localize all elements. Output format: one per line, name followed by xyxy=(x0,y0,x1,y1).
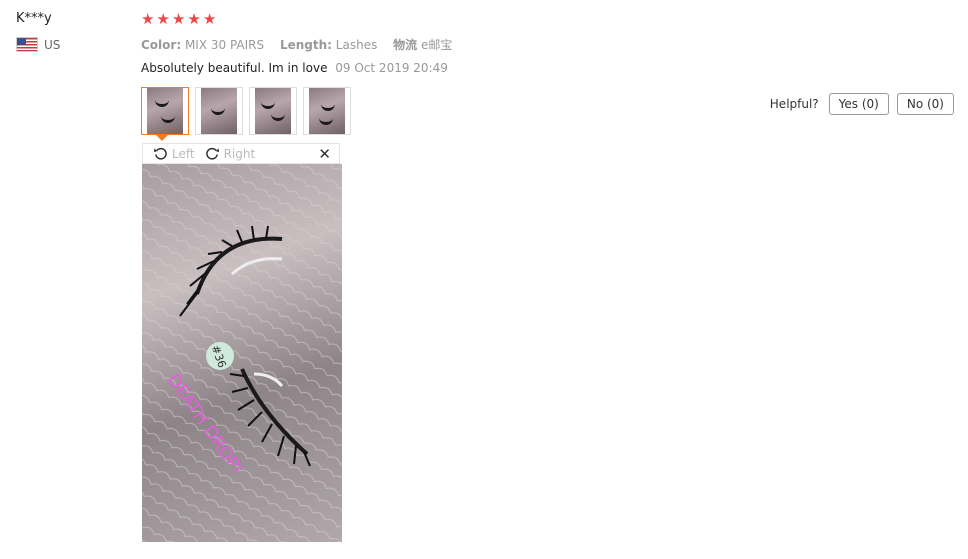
product-attributes: Color: MIX 30 PAIRS Length: Lashes 物流 e邮… xyxy=(141,36,464,53)
attr-shipping-label: 物流 xyxy=(393,38,418,52)
thumbnail-image xyxy=(255,88,291,134)
review-date: 09 Oct 2019 20:49 xyxy=(335,61,448,75)
review-body: Absolutely beautiful. Im in love 09 Oct … xyxy=(141,61,448,75)
thumbnail-image xyxy=(147,88,183,134)
active-thumbnail-pointer xyxy=(156,135,168,141)
rotate-right-label: Right xyxy=(223,146,256,161)
country-code: US xyxy=(44,37,61,52)
helpful-label: Helpful? xyxy=(769,97,819,111)
star-icon: ★ xyxy=(171,10,186,28)
attr-shipping-value: e邮宝 xyxy=(421,38,453,52)
attr-color-label: Color: xyxy=(141,38,182,52)
rotate-right-icon xyxy=(205,147,219,160)
close-icon[interactable]: ✕ xyxy=(318,145,331,163)
rotate-left-icon xyxy=(153,147,167,160)
helpful-vote: Helpful? Yes (0) No (0) xyxy=(770,93,954,115)
photo-thumbnails xyxy=(141,87,351,135)
thumbnail-image xyxy=(201,88,237,134)
attr-color-value: MIX 30 PAIRS xyxy=(184,38,265,52)
star-icon: ★ xyxy=(187,10,201,28)
review-text: Absolutely beautiful. Im in love xyxy=(141,61,328,75)
photo-thumbnail[interactable] xyxy=(303,87,351,135)
review-photo: #36 DEATH DROP! xyxy=(142,164,342,542)
helpful-yes-button[interactable]: Yes (0) xyxy=(828,93,889,115)
user-name: K***y xyxy=(16,11,52,26)
thumbnail-image xyxy=(309,88,345,134)
photo-thumbnail[interactable] xyxy=(249,87,297,135)
us-flag-icon xyxy=(16,37,38,52)
photo-viewer-toolbar: Left Right ✕ xyxy=(142,143,340,164)
star-icon: ★ xyxy=(156,10,170,28)
eyelash-photo: #36 DEATH DROP! xyxy=(142,164,342,542)
star-icon: ★ xyxy=(202,10,217,28)
rotate-right-button[interactable]: Right xyxy=(205,146,256,161)
star-rating: ★ ★ ★ ★ ★ xyxy=(141,11,216,28)
rotate-left-label: Left xyxy=(172,146,195,161)
star-icon: ★ xyxy=(141,10,155,28)
attr-length-value: Lashes xyxy=(335,38,378,52)
helpful-no-button[interactable]: No (0) xyxy=(896,93,954,115)
user-country: US xyxy=(16,37,60,52)
attr-length-label: Length: xyxy=(279,38,332,52)
rotate-left-button[interactable]: Left xyxy=(153,146,195,161)
photo-thumbnail[interactable] xyxy=(141,87,189,135)
photo-thumbnail[interactable] xyxy=(195,87,243,135)
